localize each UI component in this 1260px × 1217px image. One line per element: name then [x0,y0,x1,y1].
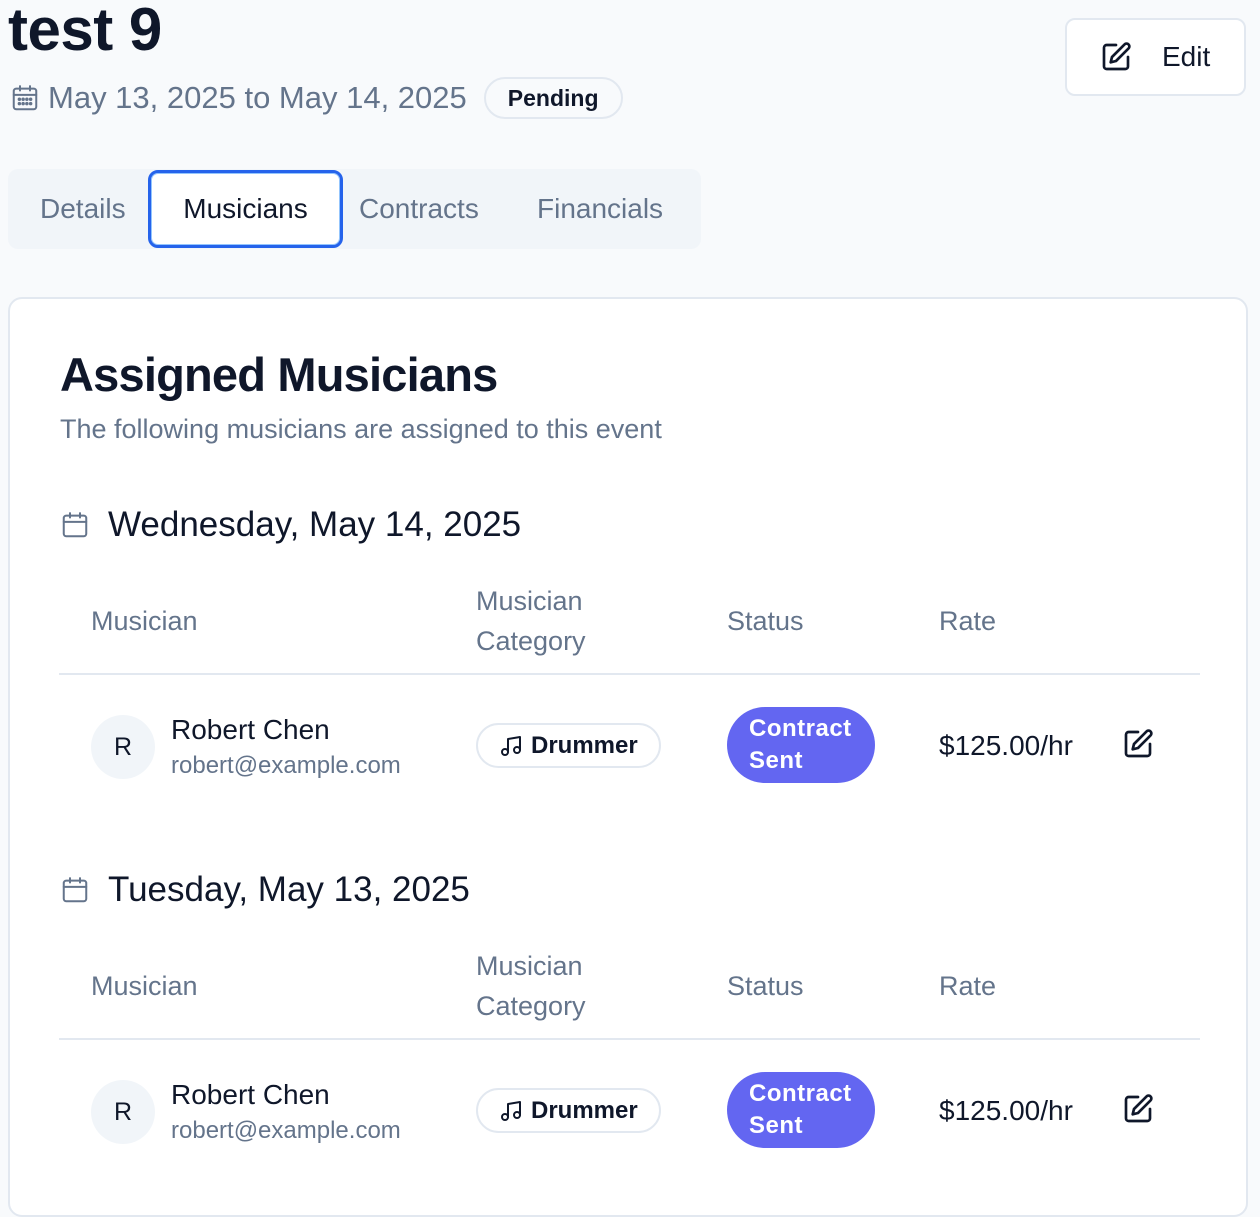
event-date-range: May 13, 2025 to May 14, 2025 [48,80,467,115]
event-tabs: Details Musicians Contracts Financials [8,169,701,249]
calendar-icon [60,510,90,540]
music-note-icon [499,734,523,758]
category-badge: Drummer [476,1088,661,1133]
status-line2: Sent [749,747,804,774]
category-badge: Drummer [476,723,661,768]
tab-musicians[interactable]: Musicians [148,170,343,248]
calendar-icon [60,875,90,905]
status-line2: Sent [749,1112,804,1139]
musicians-table: Musician Musician Category Status Rate R… [59,934,1200,1182]
card-title: Assigned Musicians [60,348,498,401]
table-header: Musician Musician Category Status Rate [59,569,1200,675]
day-date: Tuesday, May 13, 2025 [108,870,470,909]
event-date-row: May 13, 2025 to May 14, 2025 Pending [10,74,623,122]
tab-details[interactable]: Details [40,169,126,249]
status-line1: Contract [749,1080,852,1107]
musician-name: Robert Chen [171,1079,330,1110]
table-row: R Robert Chen robert@example.com Drummer… [59,1040,1200,1182]
musician-rate: $125.00/hr [939,730,1073,761]
column-status: Status [727,971,804,1001]
category-label: Drummer [531,1096,638,1124]
musician-name: Robert Chen [171,714,330,745]
musician-email: robert@example.com [171,752,401,779]
tab-contracts[interactable]: Contracts [359,169,479,249]
edit-assignment-icon[interactable] [1122,728,1154,760]
column-category-line1: Musician [476,951,583,981]
assigned-musicians-card: Assigned Musicians The following musicia… [8,297,1248,1217]
avatar: R [91,1080,155,1144]
column-status: Status [727,606,804,636]
day-heading: Wednesday, May 14, 2025 [60,501,521,549]
tab-financials[interactable]: Financials [537,169,663,249]
card-description: The following musicians are assigned to … [60,414,662,444]
column-rate: Rate [939,971,997,1001]
table-header: Musician Musician Category Status Rate [59,934,1200,1040]
musician-rate: $125.00/hr [939,1095,1073,1126]
column-rate: Rate [939,606,997,636]
page-title: test 9 [8,0,162,63]
column-musician: Musician [91,971,198,1001]
contract-status-badge: Contract Sent [727,1072,875,1148]
edit-event-button[interactable]: Edit [1065,18,1246,96]
status-line1: Contract [749,715,852,742]
column-category-line2: Category [476,626,586,656]
column-category-line2: Category [476,991,586,1021]
musician-email: robert@example.com [171,1117,401,1144]
edit-assignment-icon[interactable] [1122,1093,1154,1125]
category-label: Drummer [531,731,638,759]
column-musician: Musician [91,606,198,636]
music-note-icon [499,1099,523,1123]
table-row: R Robert Chen robert@example.com Drummer… [59,675,1200,817]
day-heading: Tuesday, May 13, 2025 [60,866,470,914]
day-date: Wednesday, May 14, 2025 [108,505,522,544]
avatar: R [91,715,155,779]
musicians-table: Musician Musician Category Status Rate R… [59,569,1200,817]
edit-icon [1100,41,1132,73]
column-category-line1: Musician [476,586,583,616]
calendar-icon [10,83,40,113]
contract-status-badge: Contract Sent [727,707,875,783]
edit-button-label: Edit [1162,41,1211,72]
event-status-badge: Pending [483,77,623,119]
